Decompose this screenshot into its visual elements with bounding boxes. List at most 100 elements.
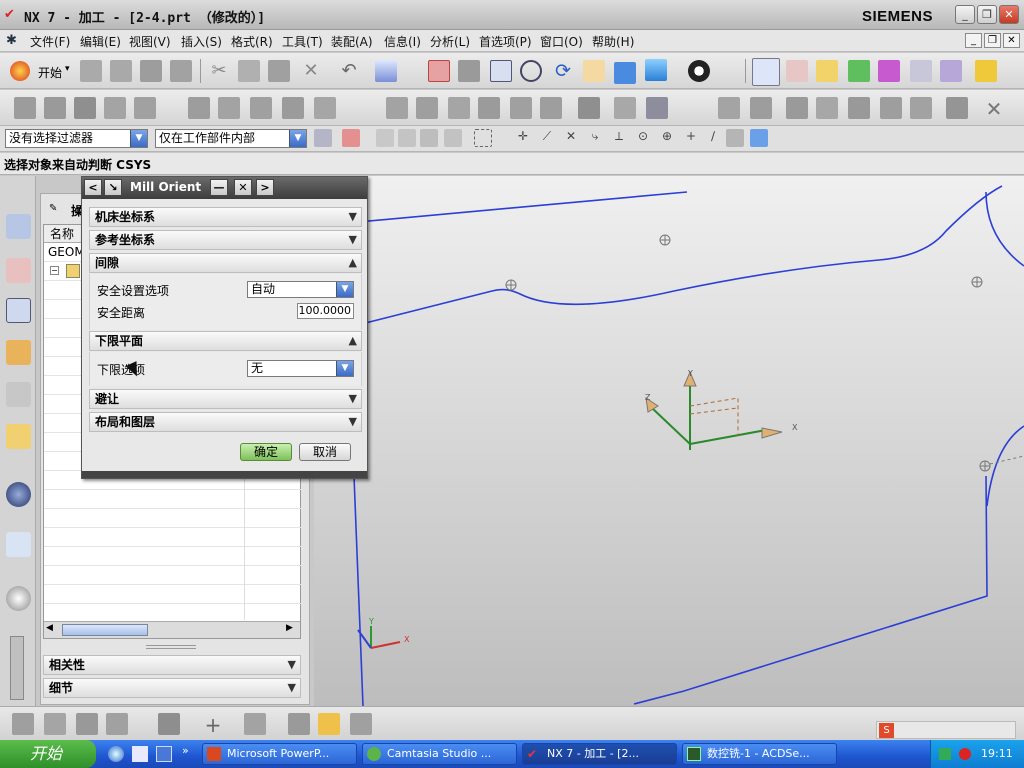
copy-icon[interactable] [238,60,260,82]
selection-filter-icon[interactable] [314,129,332,147]
open-file-icon[interactable] [110,60,132,82]
close-button[interactable]: ✕ [999,5,1019,24]
shaded-view-icon[interactable] [614,62,636,84]
section-lower-plane[interactable]: 下限平面 ▲ [89,331,362,351]
menu-help[interactable]: 帮助(H) [592,33,634,50]
snap-quadrant-icon[interactable]: ⟂ [610,129,628,147]
menu-info[interactable]: 信息(I) [384,33,421,50]
new-file-icon[interactable] [80,60,102,82]
list-path-icon[interactable] [910,60,932,82]
section-layout-layers[interactable]: 布局和图层 ▼ [89,412,362,432]
scope-filter-select[interactable]: 仅在工作部件内部 ▼ [155,129,307,148]
task-acdsee[interactable]: 数控铣-1 - ACDSe... [682,743,837,765]
rectangle-select-icon[interactable] [376,129,394,147]
recording-icon[interactable] [959,748,971,760]
dialog-pin-icon[interactable]: ↘ [104,179,122,196]
create-tool-icon[interactable] [12,713,34,735]
nx-menu-icon[interactable]: ✱ [6,33,22,49]
snap-point-icon[interactable] [342,129,360,147]
clock-icon[interactable] [6,586,31,611]
menu-edit[interactable]: 编辑(E) [80,33,121,50]
dialog-close-button[interactable]: ✕ [234,179,252,196]
operation-navigator-icon[interactable] [6,298,31,323]
section-details[interactable]: 细节 ▼ [43,678,301,698]
ok-button[interactable]: 确定 [240,443,292,461]
task-nx[interactable]: ✔ NX 7 - 加工 - [2... [522,743,677,765]
splitter-grip[interactable] [146,645,196,649]
task-camtasia[interactable]: Camtasia Studio ... [362,743,517,765]
snap-intersection-icon[interactable]: ✕ [562,129,580,147]
zoom-window-icon[interactable] [490,60,512,82]
print-icon[interactable] [170,60,192,82]
lasso-select-icon[interactable] [474,129,492,147]
section-avoidance[interactable]: 避让 ▼ [89,389,362,409]
doc-close-button[interactable]: ✕ [1003,33,1020,48]
menu-insert[interactable]: 插入(S) [181,33,222,50]
history-icon[interactable] [6,532,31,557]
menu-tools[interactable]: 工具(T) [282,33,323,50]
quicklaunch-expand-icon[interactable]: » [182,744,189,757]
section-ref-csys[interactable]: 参考坐标系 ▼ [89,230,362,250]
delete-object-icon[interactable] [314,97,336,119]
mill-geom-icon[interactable] [910,97,932,119]
csys-icon[interactable] [752,58,780,86]
scroll-left-icon[interactable]: ◀ [46,623,53,633]
scroll-thumb[interactable] [62,624,148,636]
section-dependencies[interactable]: 相关性 ▼ [43,655,301,675]
type-filter-select[interactable]: 没有选择过滤器 ▼ [5,129,148,148]
program-order-view-icon[interactable] [14,97,36,119]
feature-icon[interactable] [718,97,740,119]
menu-assembly[interactable]: 装配(A) [331,33,373,50]
ime-toolbar[interactable]: S [876,721,1016,739]
generate-icon[interactable] [386,97,408,119]
cut-object-icon[interactable] [218,97,240,119]
ie-icon[interactable] [108,746,124,762]
web-browser-icon[interactable] [6,424,31,449]
mcs-manipulator[interactable]: Y X Z [645,369,798,450]
menu-window[interactable]: 窗口(O) [540,33,583,50]
snap-endpoint-icon[interactable]: ✛ [514,129,532,147]
replay-icon[interactable] [416,97,438,119]
simulate-icon[interactable] [478,97,500,119]
snap-midpoint-icon[interactable]: ⟋ [538,129,556,147]
zoom-icon[interactable] [520,60,542,82]
section-mcs[interactable]: 机床坐标系 ▼ [89,207,362,227]
snap-tangent-icon[interactable]: ⤷ [586,129,604,147]
feature-group-icon[interactable] [750,97,772,119]
menu-analysis[interactable]: 分析(L) [430,33,470,50]
cancel-button[interactable]: 取消 [299,443,351,461]
measure-icon[interactable] [975,60,997,82]
task-powerpoint[interactable]: Microsoft PowerP... [202,743,357,765]
render-style-icon[interactable] [688,60,710,82]
dialog-forward-icon[interactable]: > [256,179,274,196]
menu-view[interactable]: 视图(V) [129,33,171,50]
create-operation-icon[interactable] [106,713,128,735]
select-all-icon[interactable] [398,129,416,147]
snap-on-surface-icon[interactable] [726,129,744,147]
cam-object-icon[interactable] [158,713,180,735]
restore-button[interactable]: ❐ [977,5,997,24]
mill-boundary-icon[interactable] [816,97,838,119]
postprocess-icon[interactable] [940,60,962,82]
menu-preferences[interactable]: 首选项(P) [479,33,532,50]
generate-path-icon[interactable] [848,60,870,82]
scroll-right-icon[interactable]: ▶ [286,623,293,633]
graphics-window[interactable]: Y X Z Y X [314,176,1024,706]
zoom-box-icon[interactable] [458,60,480,82]
part-icon[interactable] [318,713,340,735]
network-icon[interactable] [939,748,951,760]
create-program-icon[interactable] [134,97,156,119]
copy-object-icon[interactable] [250,97,272,119]
cut-icon[interactable]: ✂ [208,60,230,82]
remove-icon[interactable]: ✕ [983,97,1005,121]
windows-start-button[interactable]: 开始 [0,740,96,768]
view-orientation-icon[interactable] [645,59,667,81]
blank-icon[interactable] [350,713,372,735]
edit-object-icon[interactable] [188,97,210,119]
save-icon[interactable] [140,60,162,82]
show-desktop-icon[interactable] [156,746,172,762]
workpiece-icon[interactable] [946,97,968,119]
delete-icon[interactable]: ✕ [300,60,322,82]
minimize-button[interactable]: _ [955,5,975,24]
clsf-icon[interactable] [578,97,600,119]
